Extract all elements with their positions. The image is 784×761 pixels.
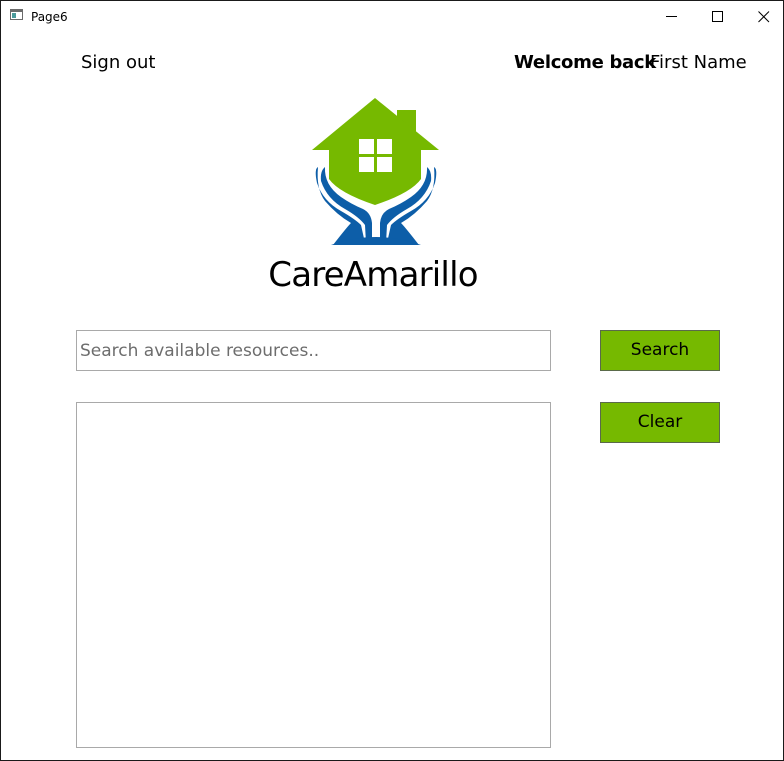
minimize-icon [666,16,677,17]
app-window: Page6 Sign out Welcome back First Name C… [0,0,784,761]
sign-out-link[interactable]: Sign out [81,52,155,73]
title-bar: Page6 [1,1,783,32]
maximize-button[interactable] [695,1,741,32]
close-button[interactable] [741,1,783,32]
close-icon [758,11,770,23]
minimize-button[interactable] [649,1,695,32]
search-button[interactable]: Search [600,330,720,371]
maximize-icon [712,11,723,22]
window-title: Page6 [31,10,68,24]
welcome-label: Welcome back [514,52,656,73]
house-in-hands-logo [311,97,441,247]
search-input[interactable] [76,330,551,371]
clear-button[interactable]: Clear [600,402,720,443]
user-name-label: First Name [650,52,747,73]
results-list[interactable] [76,402,551,748]
window-app-icon [10,9,23,20]
app-name-heading: CareAmarillo [268,255,478,295]
